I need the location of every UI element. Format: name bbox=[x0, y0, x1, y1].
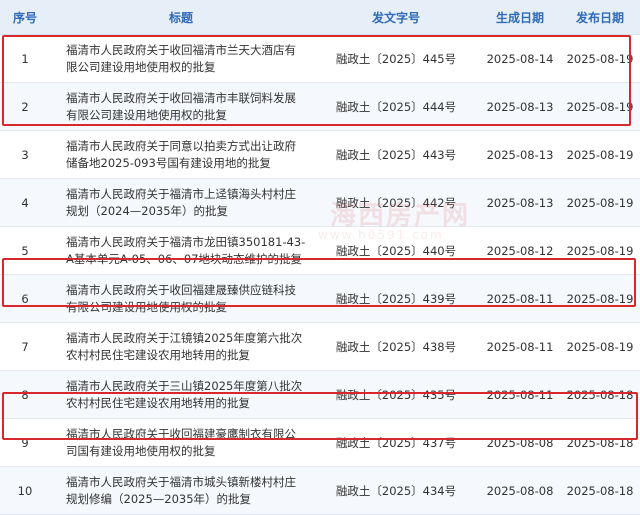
column-header-published-date[interactable]: 发布日期 bbox=[560, 0, 640, 35]
row-index: 2 bbox=[0, 82, 50, 131]
table-row[interactable]: 10 福清市人民政府关于福清市城头镇新楼村村庄规划修编（2025—2035年）的批… bbox=[0, 466, 640, 515]
row-published-date: 2025-08-19 bbox=[560, 322, 640, 371]
table-row[interactable]: 8 福清市人民政府关于三山镇2025年度第八批次农村村民住宅建设农用地转用的批复融… bbox=[0, 370, 640, 419]
row-title-link[interactable]: 福清市人民政府关于福清市龙田镇350181-43-A基本单元A-05、06、07… bbox=[50, 226, 312, 275]
row-document-code: 融政土〔2025〕438号 bbox=[312, 322, 480, 371]
row-index: 10 bbox=[0, 466, 50, 515]
row-document-code: 融政土〔2025〕444号 bbox=[312, 82, 480, 131]
row-index: 3 bbox=[0, 130, 50, 179]
table-header-row: 序号 标题 发文字号 生成日期 发布日期 bbox=[0, 0, 640, 35]
row-index: 9 bbox=[0, 418, 50, 467]
table-row[interactable]: 4 福清市人民政府关于福清市上迳镇海头村村庄规划（2024—2035年）的批复 融政… bbox=[0, 178, 640, 227]
row-index: 1 bbox=[0, 34, 50, 83]
table-row[interactable]: 2 福清市人民政府关于收回福清市丰联饲料发展有限公司建设用地使用权的批复 融政土〔2… bbox=[0, 82, 640, 131]
row-document-code: 融政土〔2025〕439号 bbox=[312, 274, 480, 323]
table-body: 1 福清市人民政府关于收回福清市兰天大酒店有限公司建设用地使用权的批复 融政土〔20… bbox=[0, 34, 640, 515]
table-row[interactable]: 6 福清市人民政府关于收回福建晟臻供应链科技有限公司建设用地使用权的批复 融政土〔2… bbox=[0, 274, 640, 323]
row-generated-date: 2025-08-13 bbox=[480, 82, 560, 131]
column-header-code[interactable]: 发文字号 bbox=[312, 0, 480, 35]
row-published-date: 2025-08-19 bbox=[560, 34, 640, 83]
row-generated-date: 2025-08-11 bbox=[480, 322, 560, 371]
table-row[interactable]: 9 福清市人民政府关于收回福建豪鹰制衣有限公司国有建设用地使用权的批复 融政土〔20… bbox=[0, 418, 640, 467]
row-published-date: 2025-08-18 bbox=[560, 418, 640, 467]
row-title-link[interactable]: 福清市人民政府关于收回福建豪鹰制衣有限公司国有建设用地使用权的批复 bbox=[50, 418, 312, 467]
row-index: 5 bbox=[0, 226, 50, 275]
row-generated-date: 2025-08-11 bbox=[480, 274, 560, 323]
row-index: 4 bbox=[0, 178, 50, 227]
table-row[interactable]: 5 福清市人民政府关于福清市龙田镇350181-43-A基本单元A-05、06、0… bbox=[0, 226, 640, 275]
row-title-link[interactable]: 福清市人民政府关于同意以拍卖方式出让政府储备地2025-093号国有建设用地的批… bbox=[50, 130, 312, 179]
row-index: 6 bbox=[0, 274, 50, 323]
column-header-title[interactable]: 标题 bbox=[50, 0, 312, 35]
row-generated-date: 2025-08-08 bbox=[480, 418, 560, 467]
row-index: 8 bbox=[0, 370, 50, 419]
row-title-link[interactable]: 福清市人民政府关于福清市城头镇新楼村村庄规划修编（2025—2035年）的批复 bbox=[50, 466, 312, 515]
row-published-date: 2025-08-18 bbox=[560, 466, 640, 515]
row-title-link[interactable]: 福清市人民政府关于收回福清市兰天大酒店有限公司建设用地使用权的批复 bbox=[50, 34, 312, 83]
row-title-link[interactable]: 福清市人民政府关于收回福清市丰联饲料发展有限公司建设用地使用权的批复 bbox=[50, 82, 312, 131]
table-row[interactable]: 3 福清市人民政府关于同意以拍卖方式出让政府储备地2025-093号国有建设用地的… bbox=[0, 130, 640, 179]
row-generated-date: 2025-08-08 bbox=[480, 466, 560, 515]
row-generated-date: 2025-08-14 bbox=[480, 34, 560, 83]
row-generated-date: 2025-08-12 bbox=[480, 226, 560, 275]
row-index: 7 bbox=[0, 322, 50, 371]
column-header-generated-date[interactable]: 生成日期 bbox=[480, 0, 560, 35]
row-generated-date: 2025-08-13 bbox=[480, 130, 560, 179]
row-title-link[interactable]: 福清市人民政府关于三山镇2025年度第八批次农村村民住宅建设农用地转用的批复 bbox=[50, 370, 312, 419]
column-header-index[interactable]: 序号 bbox=[0, 0, 50, 35]
row-title-link[interactable]: 福清市人民政府关于江镜镇2025年度第六批次农村村民住宅建设农用地转用的批复 bbox=[50, 322, 312, 371]
row-document-code: 融政土〔2025〕442号 bbox=[312, 178, 480, 227]
row-published-date: 2025-08-19 bbox=[560, 178, 640, 227]
row-document-code: 融政土〔2025〕435号 bbox=[312, 370, 480, 419]
row-document-code: 融政土〔2025〕443号 bbox=[312, 130, 480, 179]
table-row[interactable]: 7 福清市人民政府关于江镜镇2025年度第六批次农村村民住宅建设农用地转用的批复融… bbox=[0, 322, 640, 371]
row-document-code: 融政土〔2025〕437号 bbox=[312, 418, 480, 467]
row-document-code: 融政土〔2025〕445号 bbox=[312, 34, 480, 83]
row-published-date: 2025-08-19 bbox=[560, 130, 640, 179]
table-row[interactable]: 1 福清市人民政府关于收回福清市兰天大酒店有限公司建设用地使用权的批复 融政土〔20… bbox=[0, 34, 640, 83]
document-table: 序号 标题 发文字号 生成日期 发布日期 1 福清市人民政府关于收回福清市兰天大酒… bbox=[0, 0, 640, 515]
row-document-code: 融政土〔2025〕440号 bbox=[312, 226, 480, 275]
row-published-date: 2025-08-18 bbox=[560, 370, 640, 419]
row-published-date: 2025-08-19 bbox=[560, 274, 640, 323]
row-published-date: 2025-08-19 bbox=[560, 82, 640, 131]
row-title-link[interactable]: 福清市人民政府关于福清市上迳镇海头村村庄规划（2024—2035年）的批复 bbox=[50, 178, 312, 227]
row-generated-date: 2025-08-13 bbox=[480, 178, 560, 227]
row-title-link[interactable]: 福清市人民政府关于收回福建晟臻供应链科技有限公司建设用地使用权的批复 bbox=[50, 274, 312, 323]
row-generated-date: 2025-08-11 bbox=[480, 370, 560, 419]
row-published-date: 2025-08-19 bbox=[560, 226, 640, 275]
row-document-code: 融政土〔2025〕434号 bbox=[312, 466, 480, 515]
